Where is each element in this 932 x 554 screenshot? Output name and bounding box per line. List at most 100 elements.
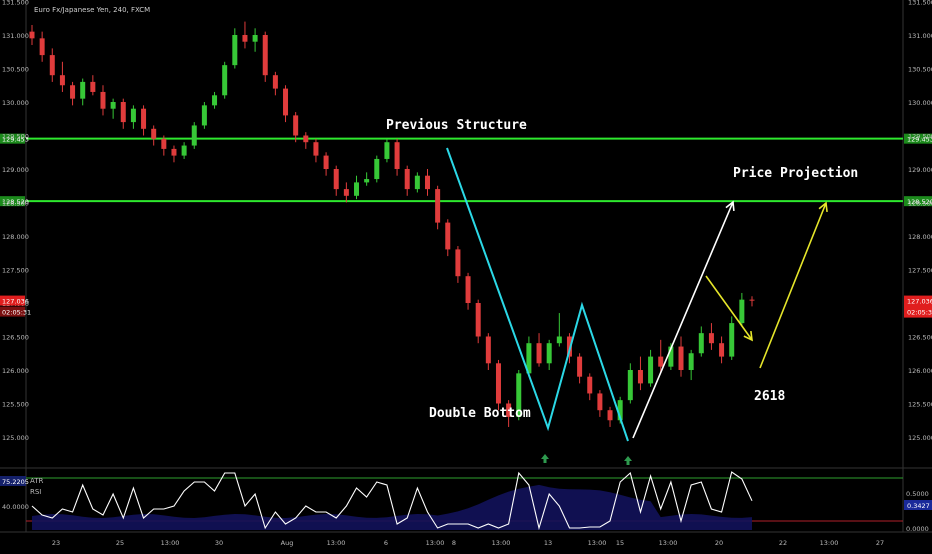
double-bottom-label[interactable]: Double Bottom [429, 406, 531, 421]
time-tick: 13:00 [820, 539, 839, 547]
price-tick-left: 126.500 [2, 334, 29, 342]
up-marker-stem [543, 459, 547, 463]
candle-body [424, 175, 430, 190]
price-tick-right: 127.500 [908, 267, 932, 275]
candle-body [354, 182, 360, 196]
candle-body [536, 343, 542, 364]
candle-body [465, 276, 471, 303]
candle-body [394, 142, 400, 169]
candle-body [475, 303, 481, 337]
candle-body [495, 363, 501, 404]
symbol-title: Euro Fx/Japanese Yen, 240, FXCM [34, 6, 150, 14]
price-tick-right: 129.000 [908, 166, 932, 174]
candle-body [39, 38, 45, 56]
candle-body [455, 249, 461, 277]
candle-body [130, 108, 136, 123]
rsi-level-label: 40.0000 [2, 503, 29, 511]
candle-body [678, 346, 684, 370]
candle-body [181, 145, 187, 156]
price-tick-left: 130.000 [2, 99, 29, 107]
fib-2618-label[interactable]: 2618 [754, 389, 785, 404]
candle-body [100, 91, 106, 109]
time-tick: 13:00 [588, 539, 607, 547]
candle-body [80, 81, 86, 99]
time-tick: 20 [715, 539, 723, 547]
last-price-left-text: 127.036 [2, 298, 29, 306]
price-tick-left: 128.500 [2, 200, 29, 208]
time-tick: 8 [452, 539, 456, 547]
candle-body [546, 343, 552, 364]
candle-body [252, 35, 258, 42]
candle-body [374, 158, 380, 180]
previous-structure-label[interactable]: Previous Structure [386, 118, 527, 133]
countdown-text: 02:05:31 [907, 309, 932, 317]
time-tick: 13 [544, 539, 552, 547]
candle-body [485, 336, 491, 364]
candle-body [688, 353, 694, 370]
candle-body [232, 35, 238, 66]
candle-body [364, 179, 370, 183]
price-tick-right: 126.500 [908, 334, 932, 342]
price-tick-left: 131.000 [2, 32, 29, 40]
price-tick-right: 125.000 [908, 434, 932, 442]
price-tick-left: 128.000 [2, 233, 29, 241]
price-tick-right: 129.500 [908, 133, 932, 141]
candle-body [110, 102, 116, 109]
countdown-left-text: 02:05:31 [2, 309, 31, 317]
time-tick: 23 [52, 539, 60, 547]
candle-body [343, 189, 349, 196]
time-tick: 30 [215, 539, 223, 547]
price-tick-right: 130.000 [908, 99, 932, 107]
time-tick: 13:00 [492, 539, 511, 547]
price-tick-left: 126.000 [2, 367, 29, 375]
candle-body [323, 155, 329, 169]
chart-canvas[interactable]: 129.453 129.453128.520 128.520 131.500 131.… [0, 0, 932, 550]
candle-body [587, 376, 593, 394]
price-tick-left: 130.500 [2, 66, 29, 74]
candle-body [556, 336, 562, 344]
price-tick-right: 130.500 [908, 66, 932, 74]
candle-body [404, 169, 410, 190]
candle-body [414, 175, 420, 190]
candle-body [719, 343, 725, 357]
candle-body [739, 299, 745, 324]
price-tick-left: 129.000 [2, 166, 29, 174]
candle-body [627, 370, 633, 401]
candle-body [658, 356, 664, 367]
time-tick: Aug [281, 539, 294, 547]
price-tick-right: 128.000 [908, 233, 932, 241]
candle-body [729, 323, 735, 357]
rsi-label: RSI [30, 488, 41, 496]
candle-body [283, 88, 289, 116]
price-tick-right: 131.500 [908, 0, 932, 7]
price-tick-left: 129.500 [2, 133, 29, 141]
time-tick: 15 [616, 539, 624, 547]
candle-body [577, 356, 583, 377]
candle-body [435, 189, 441, 223]
candle-body [384, 142, 390, 159]
candle-body [303, 135, 309, 143]
candle-body [698, 333, 704, 354]
price-tick-right: 131.000 [908, 32, 932, 40]
candle-body [262, 35, 268, 76]
candle-body [49, 55, 55, 76]
last-price-right-text: 127.036 [907, 298, 932, 306]
price-tick-right: 125.500 [908, 401, 932, 409]
atr-value: 75.2205 [2, 478, 29, 486]
price-tick-left: 131.500 [2, 0, 29, 7]
time-tick: 13:00 [426, 539, 445, 547]
candle-body [637, 370, 643, 384]
candlestick-chart[interactable]: 129.453 129.453 128.520 128.520 131.500 131.… [0, 0, 932, 550]
candle-body [120, 102, 126, 123]
candle-body [242, 35, 248, 42]
price-projection-label[interactable]: Price Projection [733, 166, 858, 181]
candle-body [90, 81, 96, 92]
price-tick-left: 125.000 [2, 434, 29, 442]
indicator-tick-0-5: 0.5000 [906, 490, 929, 498]
candle-body [201, 105, 207, 126]
candle-body [29, 31, 35, 39]
candle-body [272, 75, 278, 89]
candle-body [607, 410, 613, 421]
candle-body [445, 222, 451, 250]
price-tick-left: 127.500 [2, 267, 29, 275]
